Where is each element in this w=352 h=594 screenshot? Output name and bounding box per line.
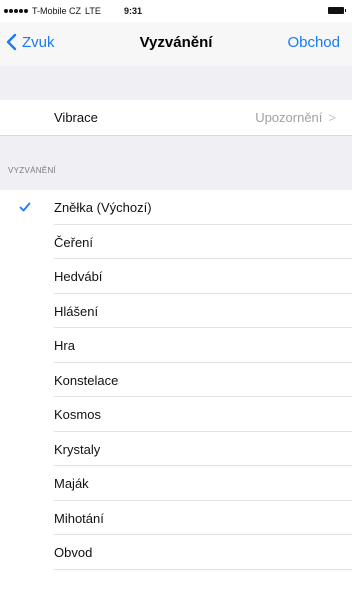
ringtone-item[interactable]: Mihotání [0,500,352,535]
ringtone-item[interactable]: Krystaly [0,431,352,466]
section-spacer [0,135,352,191]
ringtone-label: Maják [54,476,89,491]
checkmark-icon [19,202,31,212]
ringtone-label: Hra [54,338,75,353]
vibration-value-text: Upozornění [255,110,323,125]
ringtone-item[interactable]: Kosmos [0,397,352,432]
ringtone-label: Hlášení [54,303,99,319]
carrier-name: T-Mobile CZ [32,6,82,16]
vibration-value: Upozornění > [255,110,336,125]
ringtone-list: Zněłka (Výchozí) Čeření Hedvábí Hlášení … [0,190,352,570]
status-time: 9:31 [124,6,143,16]
ringtone-item[interactable]: Čeření [0,224,352,259]
navigation-bar: Zvuk Vyzvánění Obchod [0,22,352,66]
ringtone-label: Kosmos [54,407,101,422]
ringtone-label: Hedvábí [54,269,103,284]
ringtone-item[interactable]: Hedvábí [0,259,352,294]
ringtone-item[interactable]: Maják [0,466,352,501]
ringtone-label: Mihotání [54,510,104,526]
ringtone-label: Čeření [54,234,94,250]
chevron-right-icon: > [328,110,336,125]
group-spacer [0,66,352,101]
ringtone-label: Obvod [54,545,93,560]
ringtone-item[interactable]: Hlášení [0,293,352,328]
ringtone-item[interactable]: Hra [0,328,352,363]
store-button[interactable]: Obchod [287,34,340,51]
vibration-row[interactable]: Vibrace Upozornění > [0,100,352,135]
ringtone-label: Konstelace [54,372,119,388]
signal-strength-icon [4,9,29,13]
ringtone-label: Krystaly [54,441,101,457]
ringtone-label: Zněłka (Výchozí) [54,200,152,215]
ringtone-item[interactable]: Zněłka (Výchozí) [0,190,352,225]
ringtone-item[interactable]: Obvod [0,535,352,570]
vibration-label: Vibrace [54,110,98,125]
ringtone-item[interactable]: Konstelace [0,362,352,397]
section-header-ringtones: VYZVÁNĚNÍ [8,166,57,175]
screen: T-Mobile CZ LTE 9:31 Zvuk Vyzvánění Obch… [0,0,352,594]
status-left: T-Mobile CZ LTE [4,6,101,16]
status-bar: T-Mobile CZ LTE 9:31 [0,0,352,22]
network-type: LTE [85,6,101,16]
battery-icon [328,7,346,14]
